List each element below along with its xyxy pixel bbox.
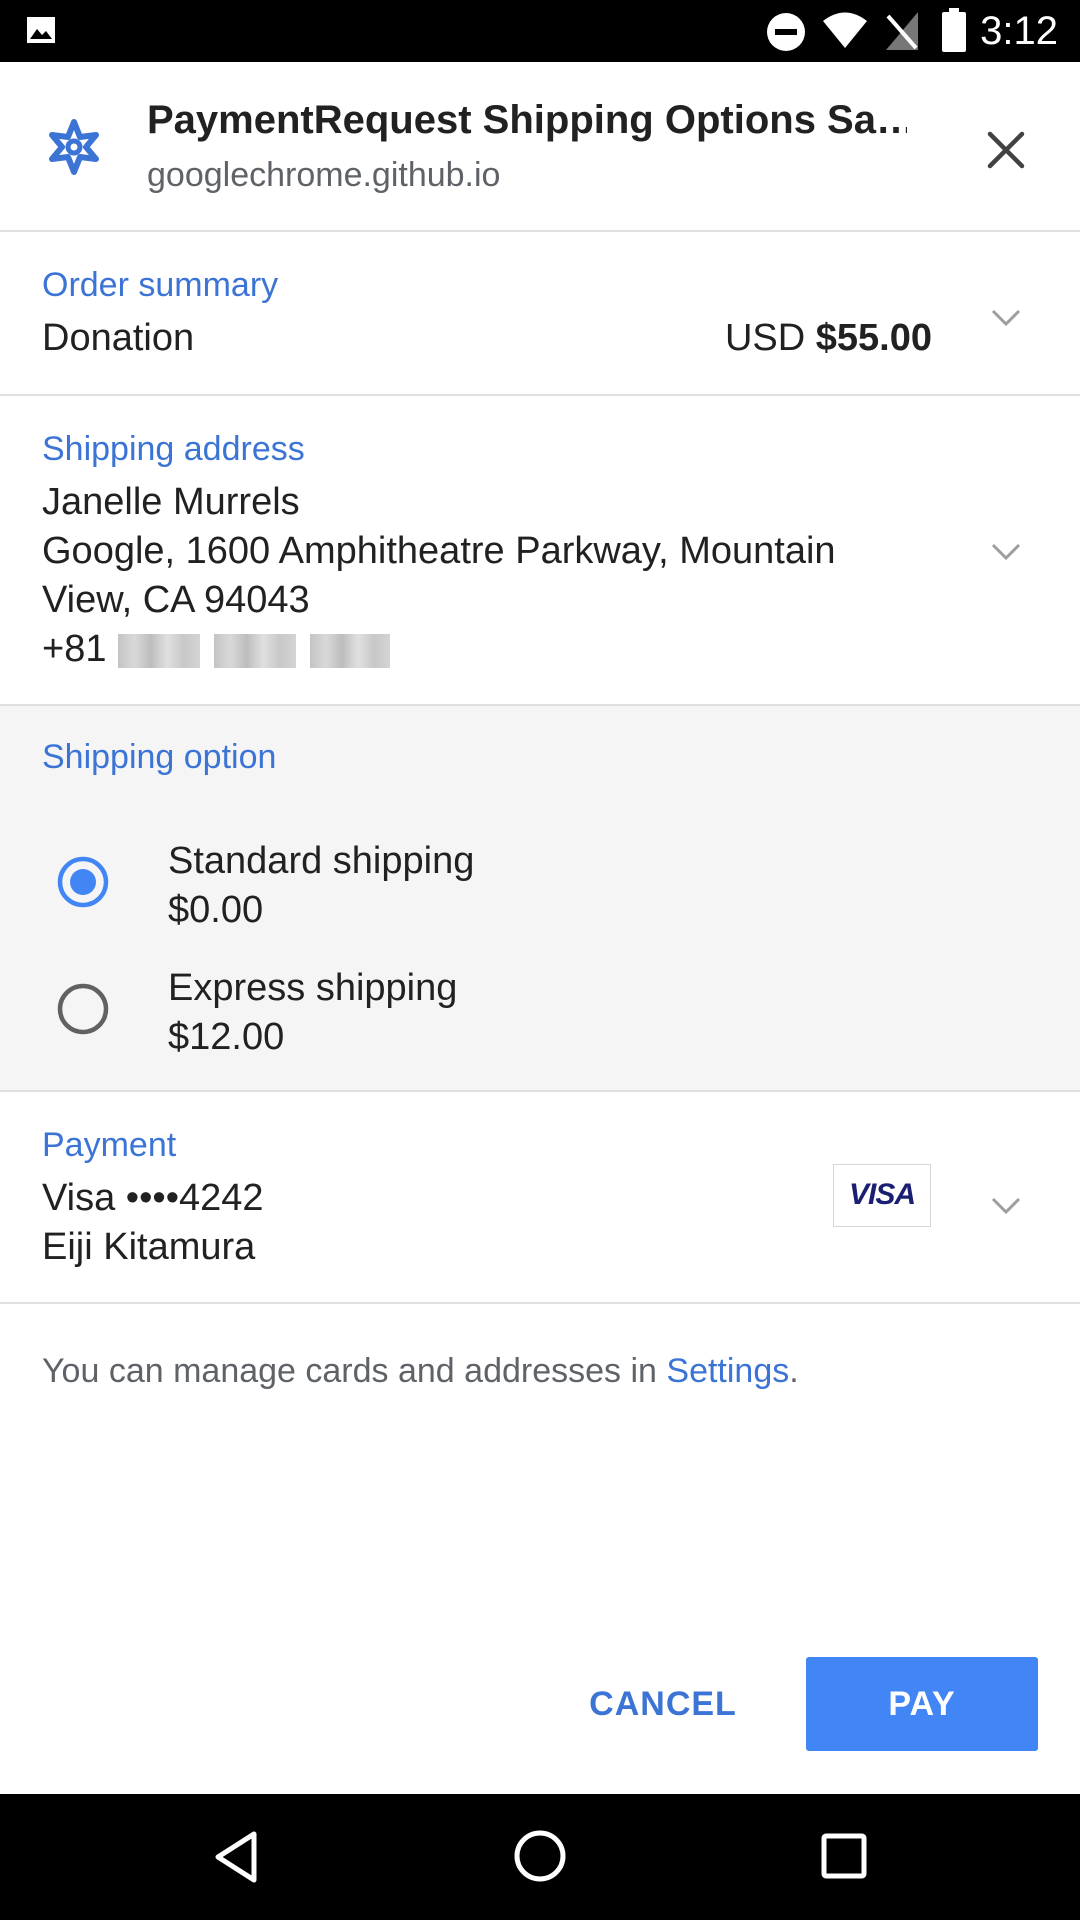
address-phone-prefix: +81: [42, 628, 107, 670]
order-summary-section[interactable]: Order summary Donation USD $55.00: [0, 232, 1080, 394]
wifi-icon: [823, 12, 867, 48]
chevron-down-icon[interactable]: [990, 1196, 1022, 1216]
radio-selected-icon[interactable]: [57, 856, 109, 908]
home-icon[interactable]: [513, 1829, 567, 1883]
radio-unselected-icon[interactable]: [57, 983, 109, 1035]
page-title: PaymentRequest Shipping Options Sa…: [147, 98, 907, 142]
battery-icon: [942, 8, 966, 52]
footnote-end: .: [789, 1352, 799, 1390]
order-amount: $55.00: [815, 317, 932, 359]
do-not-disturb-icon: [767, 13, 805, 51]
shipping-option-standard[interactable]: Standard shipping $0.00: [0, 824, 1080, 942]
visa-card-logo: VISA: [833, 1164, 931, 1227]
payment-sheet-header: PaymentRequest Shipping Options Sa… goog…: [0, 62, 1080, 230]
option-name: Standard shipping: [168, 840, 475, 882]
shipping-option-label: Shipping option: [42, 738, 277, 776]
navigation-bar: [0, 1794, 1080, 1920]
option-price: $0.00: [168, 889, 264, 931]
payment-label: Payment: [42, 1126, 177, 1164]
redacted-phone-number: [118, 634, 390, 668]
footnote-text: You can manage cards and addresses in: [42, 1352, 667, 1390]
option-name: Express shipping: [168, 967, 458, 1009]
manage-footnote: You can manage cards and addresses in Se…: [42, 1352, 799, 1391]
order-item: Donation: [42, 317, 195, 359]
chevron-down-icon[interactable]: [990, 542, 1022, 562]
payment-holder: Eiji Kitamura: [42, 1226, 256, 1268]
address-line-2: View, CA 94043: [42, 579, 310, 621]
order-total: USD $55.00: [725, 317, 932, 360]
back-icon[interactable]: [212, 1830, 260, 1884]
divider: [0, 1302, 1080, 1304]
address-name: Janelle Murrels: [42, 481, 300, 523]
payment-card: Visa ••••4242: [42, 1177, 264, 1219]
close-icon[interactable]: [986, 130, 1026, 170]
shipping-address-label: Shipping address: [42, 430, 305, 468]
order-summary-label: Order summary: [42, 266, 279, 304]
option-price: $12.00: [168, 1016, 285, 1058]
site-favicon-icon: [49, 119, 99, 175]
recents-icon[interactable]: [820, 1832, 868, 1880]
site-origin: googlechrome.github.io: [147, 156, 501, 194]
cancel-button[interactable]: CANCEL: [568, 1657, 758, 1751]
status-bar: 3:12: [0, 0, 1080, 62]
order-currency: USD: [724, 317, 806, 359]
shipping-option-express[interactable]: Express shipping $12.00: [0, 951, 1080, 1069]
chevron-down-icon[interactable]: [990, 308, 1022, 328]
shipping-option-section: Shipping option Standard shipping $0.00 …: [0, 706, 1080, 1090]
settings-link[interactable]: Settings: [666, 1352, 789, 1390]
no-signal-icon: [886, 12, 918, 50]
pay-button[interactable]: PAY: [806, 1657, 1038, 1751]
address-line-1: Google, 1600 Amphitheatre Parkway, Mount…: [42, 530, 836, 572]
image-notification-icon: [27, 17, 55, 43]
status-time: 3:12: [980, 9, 1058, 53]
shipping-address-section[interactable]: Shipping address Janelle Murrels Google,…: [0, 396, 1080, 704]
visa-logo-text: VISA: [848, 1178, 916, 1211]
